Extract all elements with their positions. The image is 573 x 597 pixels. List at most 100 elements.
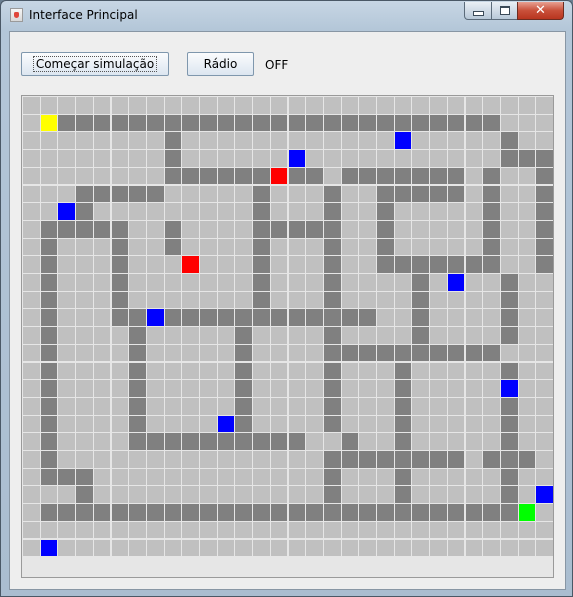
empty-cell[interactable] bbox=[164, 486, 182, 504]
empty-cell[interactable] bbox=[200, 327, 217, 344]
empty-cell[interactable] bbox=[146, 468, 164, 486]
empty-cell[interactable] bbox=[518, 256, 536, 273]
empty-cell[interactable] bbox=[253, 539, 270, 557]
empty-cell[interactable] bbox=[483, 97, 500, 114]
empty-cell[interactable] bbox=[270, 327, 288, 344]
wall-cell[interactable] bbox=[129, 327, 146, 344]
wall-cell[interactable] bbox=[323, 220, 341, 238]
wall-cell[interactable] bbox=[323, 344, 341, 362]
empty-cell[interactable] bbox=[235, 97, 253, 114]
empty-cell[interactable] bbox=[111, 539, 129, 557]
empty-cell[interactable] bbox=[182, 291, 199, 309]
empty-cell[interactable] bbox=[394, 327, 412, 344]
empty-cell[interactable] bbox=[23, 291, 40, 309]
wall-cell[interactable] bbox=[288, 114, 306, 132]
empty-cell[interactable] bbox=[93, 97, 111, 114]
empty-cell[interactable] bbox=[23, 256, 40, 273]
empty-cell[interactable] bbox=[518, 468, 536, 486]
empty-cell[interactable] bbox=[217, 150, 235, 167]
empty-cell[interactable] bbox=[164, 185, 182, 203]
empty-cell[interactable] bbox=[536, 451, 553, 468]
empty-cell[interactable] bbox=[270, 291, 288, 309]
wall-cell[interactable] bbox=[129, 504, 146, 521]
empty-cell[interactable] bbox=[111, 451, 129, 468]
empty-cell[interactable] bbox=[306, 132, 323, 150]
wall-cell[interactable] bbox=[111, 185, 129, 203]
empty-cell[interactable] bbox=[359, 185, 376, 203]
wall-cell[interactable] bbox=[447, 167, 465, 185]
wall-cell[interactable] bbox=[200, 167, 217, 185]
maximize-button[interactable] bbox=[491, 2, 518, 20]
wall-cell[interactable] bbox=[58, 468, 76, 486]
wall-cell[interactable] bbox=[40, 274, 58, 291]
wall-cell[interactable] bbox=[377, 238, 394, 256]
wall-cell[interactable] bbox=[412, 451, 430, 468]
empty-cell[interactable] bbox=[200, 521, 217, 539]
empty-cell[interactable] bbox=[306, 256, 323, 273]
empty-cell[interactable] bbox=[288, 451, 306, 468]
blue-agent-cell[interactable] bbox=[288, 150, 306, 167]
wall-cell[interactable] bbox=[253, 433, 270, 450]
empty-cell[interactable] bbox=[93, 167, 111, 185]
empty-cell[interactable] bbox=[40, 521, 58, 539]
empty-cell[interactable] bbox=[288, 203, 306, 220]
empty-cell[interactable] bbox=[111, 468, 129, 486]
wall-cell[interactable] bbox=[323, 327, 341, 344]
empty-cell[interactable] bbox=[217, 539, 235, 557]
wall-cell[interactable] bbox=[235, 167, 253, 185]
empty-cell[interactable] bbox=[306, 362, 323, 380]
empty-cell[interactable] bbox=[270, 451, 288, 468]
wall-cell[interactable] bbox=[129, 309, 146, 327]
empty-cell[interactable] bbox=[518, 327, 536, 344]
empty-cell[interactable] bbox=[146, 380, 164, 397]
wall-cell[interactable] bbox=[483, 344, 500, 362]
empty-cell[interactable] bbox=[182, 238, 199, 256]
empty-cell[interactable] bbox=[23, 185, 40, 203]
wall-cell[interactable] bbox=[111, 274, 129, 291]
wall-cell[interactable] bbox=[341, 167, 359, 185]
empty-cell[interactable] bbox=[235, 521, 253, 539]
empty-cell[interactable] bbox=[341, 291, 359, 309]
empty-cell[interactable] bbox=[23, 97, 40, 114]
empty-cell[interactable] bbox=[164, 362, 182, 380]
empty-cell[interactable] bbox=[306, 291, 323, 309]
wall-cell[interactable] bbox=[359, 451, 376, 468]
wall-cell[interactable] bbox=[359, 344, 376, 362]
empty-cell[interactable] bbox=[288, 256, 306, 273]
empty-cell[interactable] bbox=[377, 468, 394, 486]
empty-cell[interactable] bbox=[306, 415, 323, 433]
empty-cell[interactable] bbox=[483, 132, 500, 150]
empty-cell[interactable] bbox=[323, 150, 341, 167]
wall-cell[interactable] bbox=[536, 185, 553, 203]
empty-cell[interactable] bbox=[394, 203, 412, 220]
empty-cell[interactable] bbox=[146, 167, 164, 185]
wall-cell[interactable] bbox=[129, 380, 146, 397]
wall-cell[interactable] bbox=[111, 114, 129, 132]
empty-cell[interactable] bbox=[306, 274, 323, 291]
empty-cell[interactable] bbox=[146, 97, 164, 114]
wall-cell[interactable] bbox=[253, 220, 270, 238]
wall-cell[interactable] bbox=[253, 504, 270, 521]
empty-cell[interactable] bbox=[58, 539, 76, 557]
empty-cell[interactable] bbox=[23, 397, 40, 415]
wall-cell[interactable] bbox=[40, 504, 58, 521]
wall-cell[interactable] bbox=[447, 504, 465, 521]
empty-cell[interactable] bbox=[288, 291, 306, 309]
empty-cell[interactable] bbox=[235, 150, 253, 167]
empty-cell[interactable] bbox=[200, 97, 217, 114]
wall-cell[interactable] bbox=[500, 327, 518, 344]
empty-cell[interactable] bbox=[146, 539, 164, 557]
wall-cell[interactable] bbox=[40, 256, 58, 273]
empty-cell[interactable] bbox=[146, 415, 164, 433]
empty-cell[interactable] bbox=[288, 486, 306, 504]
empty-cell[interactable] bbox=[430, 274, 447, 291]
wall-cell[interactable] bbox=[465, 344, 483, 362]
empty-cell[interactable] bbox=[447, 433, 465, 450]
wall-cell[interactable] bbox=[323, 415, 341, 433]
empty-cell[interactable] bbox=[58, 185, 76, 203]
wall-cell[interactable] bbox=[270, 504, 288, 521]
wall-cell[interactable] bbox=[288, 433, 306, 450]
empty-cell[interactable] bbox=[518, 291, 536, 309]
empty-cell[interactable] bbox=[500, 167, 518, 185]
empty-cell[interactable] bbox=[76, 256, 93, 273]
